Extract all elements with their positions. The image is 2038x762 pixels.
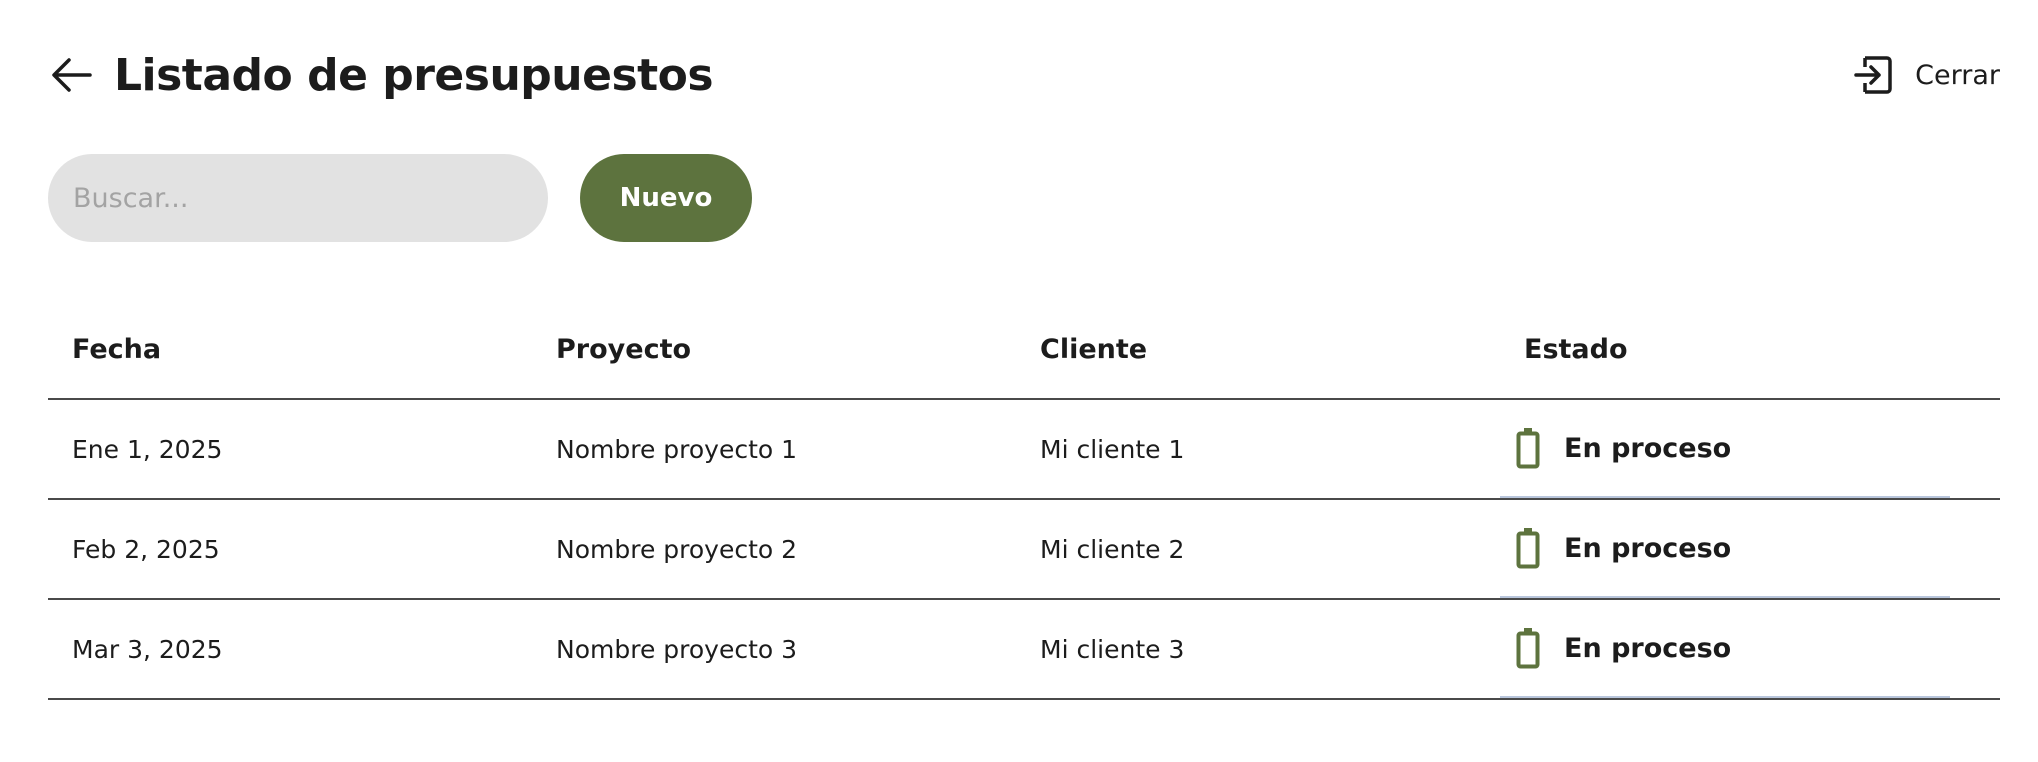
table-row[interactable]: Feb 2, 2025 Nombre proyecto 2 Mi cliente… [48, 500, 2000, 600]
cell-proyecto: Nombre proyecto 3 [556, 634, 798, 664]
new-button[interactable]: Nuevo [580, 154, 752, 242]
arrow-left-icon [52, 58, 92, 92]
back-button[interactable] [48, 51, 96, 99]
cell-estado: En proceso [1500, 400, 1984, 498]
table-row[interactable]: Ene 1, 2025 Nombre proyecto 1 Mi cliente… [48, 400, 2000, 500]
column-header-estado[interactable]: Estado [1500, 334, 1984, 365]
status-label: En proceso [1564, 532, 1732, 564]
page-title: Listado de presupuestos [114, 49, 714, 101]
toolbar: Nuevo [48, 154, 752, 242]
search-input[interactable] [48, 154, 548, 242]
status-label: En proceso [1564, 632, 1732, 664]
column-header-fecha[interactable]: Fecha [48, 334, 532, 365]
table-header-row: Fecha Proyecto Cliente Estado [48, 300, 2000, 400]
table-row[interactable]: Mar 3, 2025 Nombre proyecto 3 Mi cliente… [48, 600, 2000, 700]
budget-table: Fecha Proyecto Cliente Estado Ene 1, 202… [48, 300, 2000, 700]
cell-estado: En proceso [1500, 500, 1984, 598]
battery-icon [1514, 526, 1542, 570]
cell-fecha: Feb 2, 2025 [72, 534, 220, 564]
status-selector[interactable]: En proceso [1500, 400, 1950, 498]
cell-cliente: Mi cliente 1 [1040, 434, 1185, 464]
cell-proyecto: Nombre proyecto 2 [556, 534, 798, 564]
column-header-proyecto[interactable]: Proyecto [532, 334, 1016, 365]
cell-fecha: Ene 1, 2025 [72, 434, 223, 464]
close-label: Cerrar [1915, 59, 2000, 91]
page-header: Listado de presupuestos Cerrar [48, 40, 2000, 110]
cell-cliente: Mi cliente 2 [1040, 534, 1185, 564]
cell-proyecto: Nombre proyecto 1 [556, 434, 798, 464]
status-selector[interactable]: En proceso [1500, 500, 1950, 598]
cell-cliente: Mi cliente 3 [1040, 634, 1185, 664]
battery-icon [1514, 426, 1542, 470]
status-label: En proceso [1564, 432, 1732, 464]
cell-fecha: Mar 3, 2025 [72, 634, 223, 664]
status-selector[interactable]: En proceso [1500, 600, 1950, 698]
cell-estado: En proceso [1500, 600, 1984, 698]
exit-icon [1854, 56, 1892, 94]
battery-icon [1514, 626, 1542, 670]
column-header-cliente[interactable]: Cliente [1016, 334, 1500, 365]
close-button[interactable]: Cerrar [1853, 55, 2000, 95]
header-left: Listado de presupuestos [48, 49, 714, 101]
